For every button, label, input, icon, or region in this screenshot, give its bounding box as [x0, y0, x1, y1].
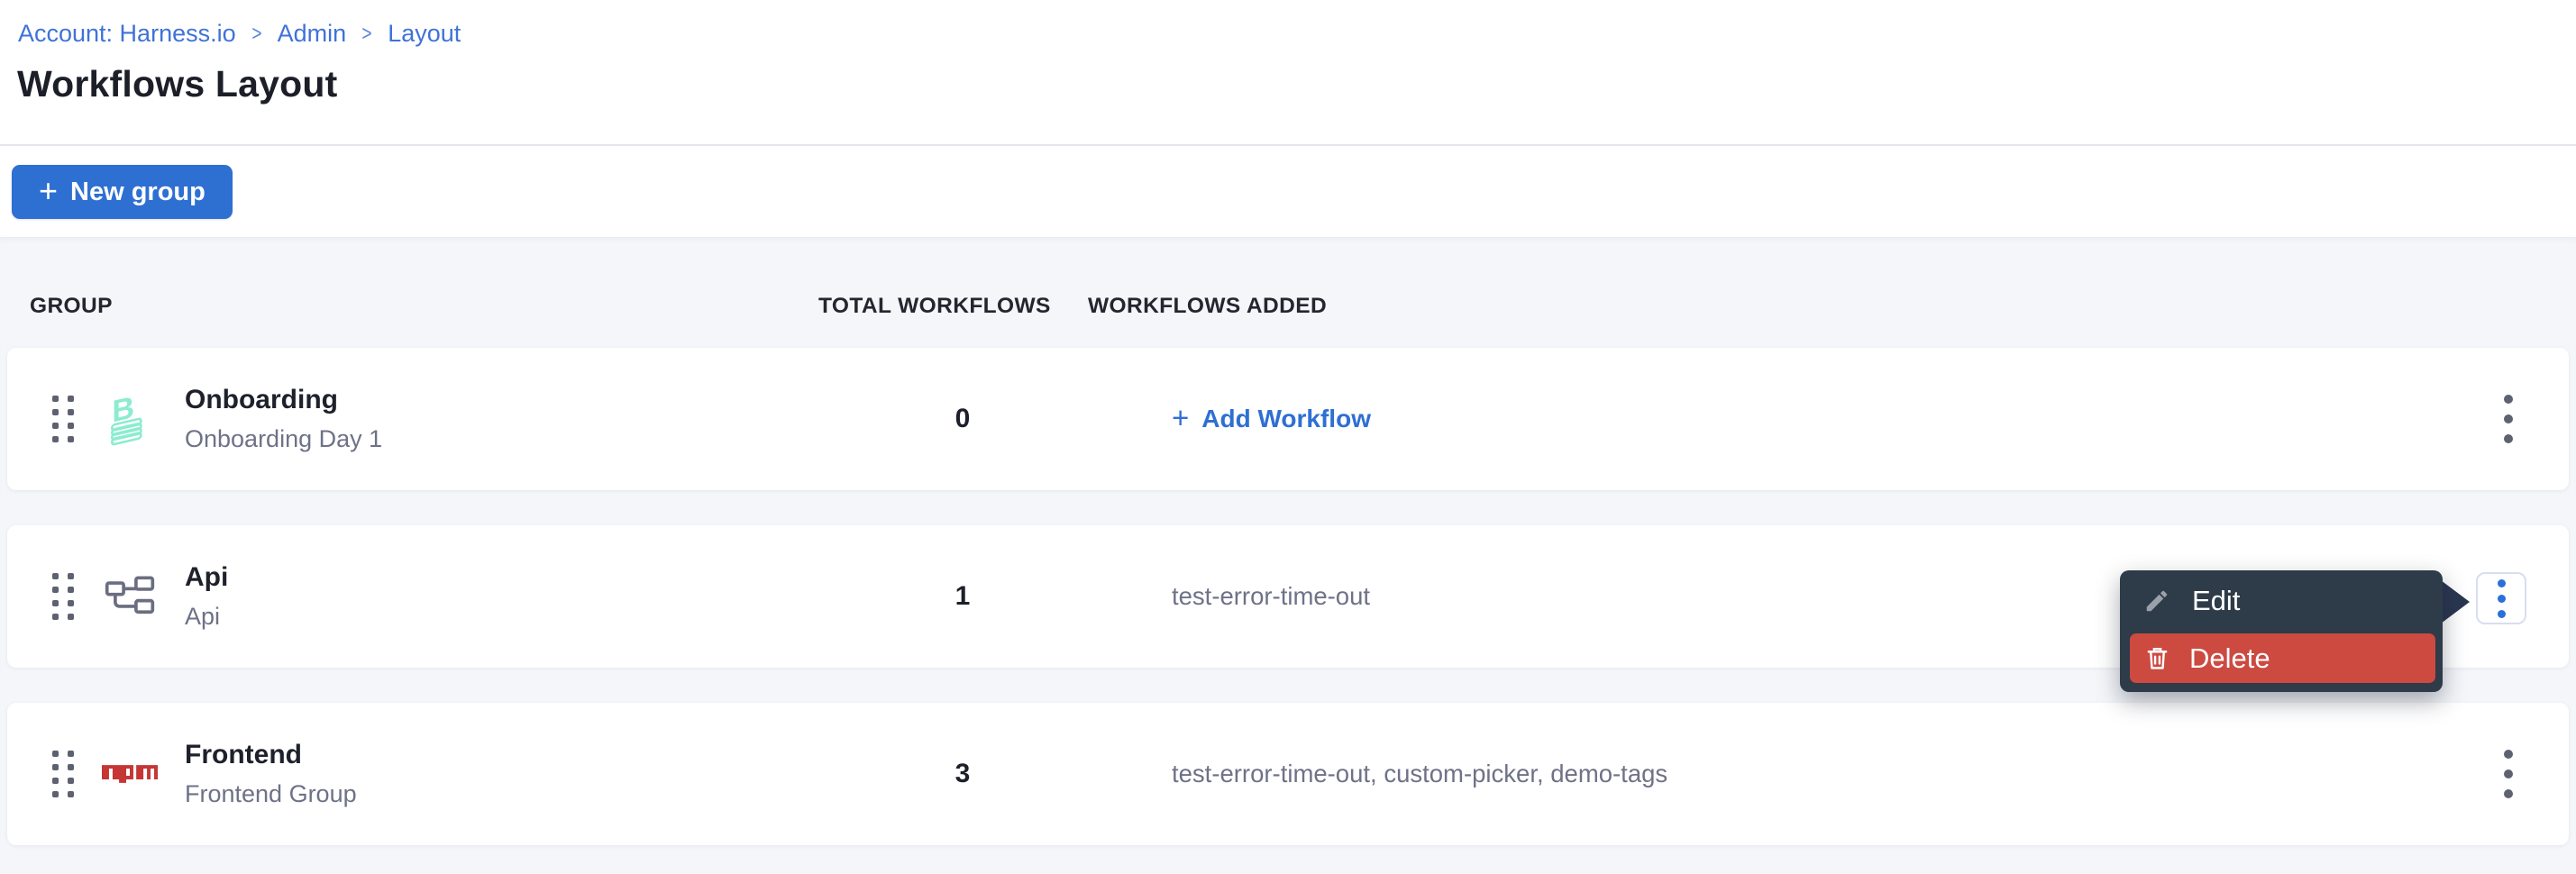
drag-handle-icon[interactable]: [52, 573, 74, 620]
trash-icon: [2142, 644, 2171, 673]
group-description: Api: [185, 603, 228, 631]
chevron-right-icon: >: [251, 22, 261, 47]
column-header-workflows-added: WORKFLOWS ADDED: [1088, 294, 1327, 319]
workflows-list: test-error-time-out: [1172, 582, 1370, 610]
row-menu-button[interactable]: [2481, 703, 2535, 845]
total-workflows-count: 0: [868, 404, 1057, 434]
context-menu: Edit Delete: [2120, 570, 2443, 692]
api-flow-icon: [103, 569, 157, 624]
group-row-frontend: Frontend Frontend Group 3 test-error-tim…: [7, 703, 2569, 845]
header-divider: [0, 144, 2576, 146]
breadcrumb-admin-link[interactable]: Admin: [278, 20, 347, 48]
breadcrumb-layout-link[interactable]: Layout: [388, 20, 461, 48]
group-name-block: Api Api: [185, 562, 228, 631]
plus-icon: +: [1172, 401, 1189, 435]
group-description: Frontend Group: [185, 780, 357, 808]
group-name-block: Frontend Frontend Group: [185, 740, 357, 808]
workflows-list: test-error-time-out, custom-picker, demo…: [1172, 760, 1667, 788]
group-name: Api: [185, 562, 228, 593]
edit-menu-item[interactable]: Edit: [2120, 570, 2443, 632]
new-group-button[interactable]: + New group: [12, 165, 233, 219]
total-workflows-count: 1: [868, 581, 1057, 612]
group-name: Onboarding: [185, 385, 382, 415]
workflows-added-cell: + Add Workflow: [1172, 403, 1371, 435]
column-header-total-workflows: TOTAL WORKFLOWS: [818, 294, 1051, 319]
edit-menu-label: Edit: [2192, 585, 2240, 617]
group-name: Frontend: [185, 740, 357, 770]
chevron-right-icon: >: [362, 22, 372, 47]
npm-logo-icon: [103, 747, 157, 801]
new-group-label: New group: [70, 178, 206, 207]
row-menu-button[interactable]: [2481, 348, 2535, 490]
workflows-added-cell: test-error-time-out: [1172, 582, 1370, 611]
add-workflow-label: Add Workflow: [1201, 405, 1371, 433]
workflows-added-cell: test-error-time-out, custom-picker, demo…: [1172, 760, 1667, 788]
delete-menu-label: Delete: [2189, 642, 2270, 675]
group-row-onboarding: B Onboarding Onboarding Day 1 0: [7, 348, 2569, 490]
column-header-group: GROUP: [30, 294, 113, 319]
group-name-block: Onboarding Onboarding Day 1: [185, 385, 382, 453]
breadcrumb-account-link[interactable]: Account: Harness.io: [18, 20, 236, 48]
drag-handle-icon[interactable]: [52, 751, 74, 797]
add-workflow-button[interactable]: + Add Workflow: [1172, 403, 1371, 435]
breadcrumb: Account: Harness.io > Admin > Layout: [18, 20, 461, 48]
page-title: Workflows Layout: [17, 63, 338, 105]
stack-logo-icon: B: [103, 392, 157, 446]
row-menu-button-active[interactable]: [2476, 572, 2526, 624]
drag-handle-icon[interactable]: [52, 396, 74, 442]
total-workflows-count: 3: [868, 759, 1057, 789]
workflows-layout-page: Account: Harness.io > Admin > Layout Wor…: [0, 0, 2576, 874]
group-description: Onboarding Day 1: [185, 425, 382, 453]
delete-menu-item[interactable]: Delete: [2130, 633, 2435, 683]
groups-list-section: GROUP TOTAL WORKFLOWS WORKFLOWS ADDED B: [0, 237, 2576, 874]
pencil-icon: [2142, 587, 2171, 615]
